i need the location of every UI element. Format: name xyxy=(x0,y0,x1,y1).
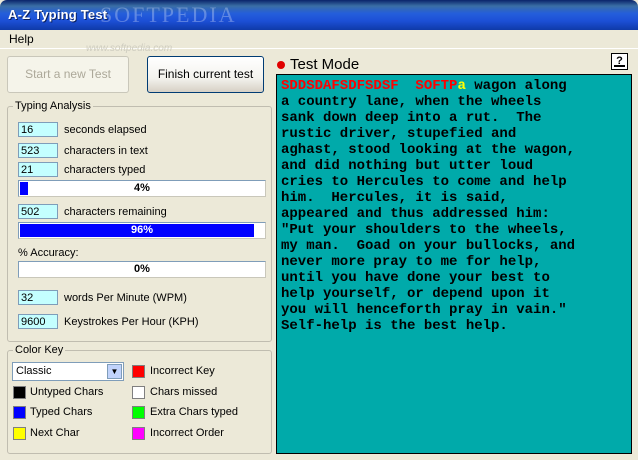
chars-in-text-label: characters in text xyxy=(64,145,148,157)
chars-typed-value: 21 xyxy=(18,162,58,177)
text-line: appeared and thus addressed him: xyxy=(281,206,550,222)
text-line: a country lane, when the wheels xyxy=(281,94,542,110)
text-line: aghast, stood looking at the wagon, xyxy=(281,142,576,158)
kph-value: 9600 xyxy=(18,314,58,329)
incorrect-key-label: Incorrect Key xyxy=(150,365,215,377)
incorrect-order-swatch xyxy=(132,427,145,440)
color-key-title: Color Key xyxy=(13,344,66,356)
text-line: you will henceforth pray in vain." xyxy=(281,302,567,318)
next-char-swatch xyxy=(13,427,26,440)
text-line: him. Hercules, it is said, xyxy=(281,190,508,206)
remaining-progress-text: 96% xyxy=(130,224,154,236)
text-line: SDDSDAFSDFSDSF SOFTPa wagon along xyxy=(281,78,629,94)
text-line: "Put your shoulders to the wheels, xyxy=(281,222,567,238)
typed-chars-swatch xyxy=(13,406,26,419)
text-line: until you have done your best to xyxy=(281,270,550,286)
next-char-text: a xyxy=(457,78,466,94)
incorrect-typed-text: SDDSDAFSDFSDSF SOFTP xyxy=(281,78,458,94)
next-char-label: Next Char xyxy=(30,427,80,439)
watermark-url: www.softpedia.com xyxy=(86,43,173,54)
typing-text-panel[interactable]: SDDSDAFSDFSDSF SOFTPa wagon along a count… xyxy=(276,74,632,454)
title-bar[interactable]: A-Z Typing Test SOFTPEDIA xyxy=(0,0,638,30)
incorrect-order-label: Incorrect Order xyxy=(150,427,224,439)
chevron-down-icon[interactable]: ▼ xyxy=(107,364,122,379)
text-line: rustic driver, stupefied and xyxy=(281,126,517,142)
text-line: Self-help is the best help. xyxy=(281,318,508,334)
text-line: and did nothing but utter loud xyxy=(281,158,534,174)
accuracy-progress-text: 0% xyxy=(134,263,150,275)
seconds-elapsed-label: seconds elapsed xyxy=(64,124,147,136)
wpm-label: words Per Minute (WPM) xyxy=(64,292,187,304)
watermark-logo: SOFTPEDIA xyxy=(100,2,237,27)
wpm-value: 32 xyxy=(18,290,58,305)
chars-typed-label: characters typed xyxy=(64,164,146,176)
color-scheme-value: Classic xyxy=(16,365,52,377)
color-scheme-select[interactable]: Classic ▼ xyxy=(12,362,124,381)
seconds-elapsed-value: 16 xyxy=(18,122,58,137)
window-title: A-Z Typing Test xyxy=(8,7,108,22)
extra-chars-swatch xyxy=(132,406,145,419)
mode-indicator-icon xyxy=(277,61,285,69)
accuracy-progress-bar: 0% xyxy=(18,261,266,278)
kph-label: Keystrokes Per Hour (KPH) xyxy=(64,316,199,328)
text-line: cries to Hercules to come and help xyxy=(281,174,567,190)
start-new-test-button[interactable]: Start a new Test xyxy=(7,56,129,93)
menu-help[interactable]: Help xyxy=(8,32,35,46)
typed-chars-label: Typed Chars xyxy=(30,406,93,418)
remaining-progress-bar: 96% xyxy=(18,222,266,239)
chars-remaining-label: characters remaining xyxy=(64,206,167,218)
chars-missed-label: Chars missed xyxy=(150,386,218,398)
untyped-text: wagon along xyxy=(465,78,567,94)
chars-missed-swatch xyxy=(132,386,145,399)
text-line: never more pray to me for help, xyxy=(281,254,542,270)
untyped-chars-label: Untyped Chars xyxy=(30,386,104,398)
accuracy-label: % Accuracy: xyxy=(18,247,79,259)
chars-remaining-value: 502 xyxy=(18,204,58,219)
chars-in-text-value: 523 xyxy=(18,143,58,158)
typing-analysis-title: Typing Analysis xyxy=(13,100,93,112)
typed-progress-bar: 4% xyxy=(18,180,266,197)
typed-progress-text: 4% xyxy=(134,182,150,194)
finish-current-test-button[interactable]: Finish current test xyxy=(147,56,264,93)
test-mode-title: Test Mode xyxy=(290,56,360,73)
text-line: my man. Goad on your bullocks, and xyxy=(281,238,576,254)
text-line: help yourself, or depend upon it xyxy=(281,286,550,302)
untyped-chars-swatch xyxy=(13,386,26,399)
extra-chars-label: Extra Chars typed xyxy=(150,406,239,418)
incorrect-key-swatch xyxy=(132,365,145,378)
finish-button-label: Finish current test xyxy=(157,67,254,81)
help-icon[interactable]: ? xyxy=(611,53,628,70)
text-line: sank down deep into a rut. The xyxy=(281,110,542,126)
